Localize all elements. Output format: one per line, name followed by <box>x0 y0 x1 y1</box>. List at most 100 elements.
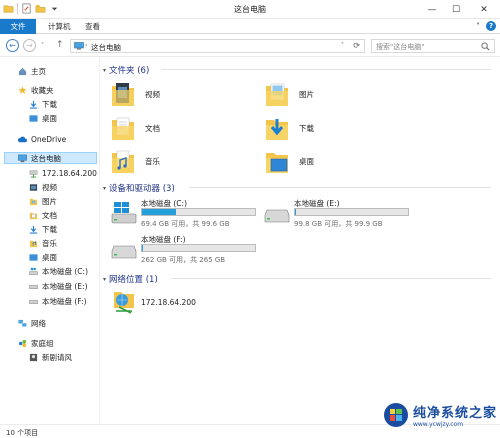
chevron-down-icon[interactable]: ▾ <box>103 276 106 283</box>
network-location-label: 172.18.64.200 <box>141 297 196 307</box>
group-header-folders[interactable]: ▾ 文件夹 (6) <box>103 64 149 76</box>
homegroup-icon <box>18 339 27 347</box>
drive-icon <box>29 284 38 289</box>
back-button[interactable]: ← <box>6 39 19 52</box>
sidebar-item-drive-c[interactable]: 本地磁盘 (C:) <box>29 265 88 277</box>
refresh-button[interactable]: ⟳ <box>353 41 360 50</box>
sidebar-label: 家庭组 <box>31 338 54 348</box>
search-placeholder: 搜索"这台电脑" <box>376 43 425 51</box>
sidebar-label: 172.18.64.200 <box>42 168 97 178</box>
maximize-button[interactable]: ☐ <box>444 0 468 19</box>
search-icon[interactable] <box>481 42 490 51</box>
sidebar-item-desktop-pc[interactable]: 桌面 <box>29 251 57 263</box>
forward-button[interactable]: → <box>23 39 36 52</box>
sidebar-label: 网络 <box>31 318 46 328</box>
address-bar[interactable]: › 这台电脑 ˅ ⟳ <box>70 39 365 53</box>
drive-item-c[interactable]: 本地磁盘 (C:) 69.4 GB 可用，共 99.6 GB <box>111 197 261 231</box>
folder-item-music[interactable]: 音乐 <box>111 148 160 174</box>
sidebar-item-network[interactable]: 网络 <box>18 317 46 329</box>
document-folder-icon <box>29 212 38 219</box>
group-header-network[interactable]: ▾ 网络位置 (1) <box>103 273 158 285</box>
folder-item-videos[interactable]: 视频 <box>111 81 160 107</box>
item-count: 10 个项目 <box>6 429 39 437</box>
tab-view[interactable]: 查看 <box>78 19 107 34</box>
group-title: 设备和驱动器 (3) <box>109 184 175 194</box>
group-divider <box>171 278 491 279</box>
drive-item-f[interactable]: 本地磁盘 (F:) 262 GB 可用，共 265 GB <box>111 233 261 267</box>
folder-label: 文档 <box>145 123 160 133</box>
chevron-down-icon[interactable]: ▾ <box>103 185 106 192</box>
music-folder-icon <box>29 240 38 247</box>
help-button[interactable]: ? <box>486 21 496 31</box>
sidebar-item-drive-e[interactable]: 本地磁盘 (E:) <box>29 280 88 292</box>
desktop-icon <box>29 253 38 261</box>
computer-icon <box>18 154 27 162</box>
computer-icon <box>74 42 84 50</box>
picture-folder-icon <box>266 83 288 106</box>
tab-file[interactable]: 文件 <box>0 19 36 34</box>
sidebar-item-downloads-pc[interactable]: 下载 <box>29 223 57 235</box>
up-button[interactable]: ↑ <box>56 40 64 50</box>
folder-item-downloads[interactable]: 下载 <box>265 115 314 141</box>
drive-icon <box>29 299 38 304</box>
navigation-bar: ← → ˅ ↑ › 这台电脑 ˅ ⟳ 搜索"这台电脑" <box>0 35 500 57</box>
watermark-logo-icon <box>383 403 408 427</box>
folder-label: 图片 <box>299 89 314 99</box>
ribbon-tabs: 文件 计算机 查看 ˅ ? <box>0 19 500 34</box>
sidebar-item-onedrive[interactable]: OneDrive <box>18 133 66 145</box>
sidebar-label: 本地磁盘 (C:) <box>42 266 88 276</box>
network-icon <box>18 319 27 327</box>
sidebar-item-homegroup[interactable]: 家庭组 <box>18 337 54 349</box>
address-separator[interactable]: › <box>85 42 87 49</box>
sidebar-item-drive-f[interactable]: 本地磁盘 (F:) <box>29 295 87 307</box>
video-folder-icon <box>112 83 134 106</box>
group-divider <box>189 187 491 188</box>
folder-label: 音乐 <box>145 156 160 166</box>
music-folder-icon <box>112 150 134 173</box>
sidebar-item-pictures[interactable]: 图片 <box>29 195 57 207</box>
home-icon <box>18 67 27 75</box>
sidebar-item-network-share[interactable]: 172.18.64.200 <box>29 167 97 179</box>
close-button[interactable]: ✕ <box>468 0 500 19</box>
cloud-icon <box>18 136 27 142</box>
tab-computer[interactable]: 计算机 <box>41 19 78 34</box>
sidebar-item-desktop[interactable]: 桌面 <box>29 112 57 124</box>
ribbon-collapse-button[interactable]: ˅ <box>476 22 480 31</box>
user-icon <box>29 353 38 361</box>
folder-label: 桌面 <box>299 156 314 166</box>
picture-folder-icon <box>29 198 38 205</box>
recent-locations-button[interactable]: ˅ <box>41 42 44 49</box>
folder-item-pictures[interactable]: 图片 <box>265 81 314 107</box>
watermark: 纯净系统之家 www.ycwjzy.com <box>383 402 497 428</box>
folder-label: 视频 <box>145 89 160 99</box>
title-bar: 这台电脑 — ☐ ✕ <box>0 0 500 19</box>
search-input[interactable]: 搜索"这台电脑" <box>371 39 495 53</box>
folder-item-desktop[interactable]: 桌面 <box>265 148 314 174</box>
watermark-url: www.ycwjzy.com <box>412 421 464 428</box>
group-header-drives[interactable]: ▾ 设备和驱动器 (3) <box>103 182 175 194</box>
sidebar-label: 下载 <box>42 224 57 234</box>
sidebar-label: 本地磁盘 (E:) <box>42 281 88 291</box>
drive-usage-fill <box>295 209 297 215</box>
drive-item-e[interactable]: 本地磁盘 (E:) 99.8 GB 可用，共 99.9 GB <box>264 197 414 231</box>
sidebar-item-documents[interactable]: 文档 <box>29 209 57 221</box>
sidebar-label: 新剧请风 <box>42 352 72 362</box>
sidebar-item-favorites[interactable]: 收藏夹 <box>18 84 54 96</box>
chevron-down-icon[interactable]: ▾ <box>103 67 106 74</box>
sidebar-item-this-pc[interactable]: 这台电脑 <box>4 152 97 164</box>
sidebar-item-videos[interactable]: 视频 <box>29 181 57 193</box>
folder-item-documents[interactable]: 文档 <box>111 115 160 141</box>
breadcrumb[interactable]: 这台电脑 <box>91 42 121 53</box>
drive-usage-bar <box>141 208 256 216</box>
network-location-item[interactable]: 172.18.64.200 <box>113 289 196 315</box>
sidebar-item-homegroup-member[interactable]: 新剧请风 <box>29 351 72 363</box>
window-controls: — ☐ ✕ <box>420 0 500 19</box>
folder-label: 下载 <box>299 123 314 133</box>
drive-usage-fill <box>142 245 144 251</box>
minimize-button[interactable]: — <box>420 0 444 19</box>
sidebar-item-home[interactable]: 主页 <box>18 65 46 77</box>
group-divider <box>161 69 491 70</box>
sidebar-item-downloads[interactable]: 下载 <box>29 98 57 110</box>
sidebar-item-music[interactable]: 音乐 <box>29 237 57 249</box>
address-dropdown-button[interactable]: ˅ <box>341 42 344 49</box>
